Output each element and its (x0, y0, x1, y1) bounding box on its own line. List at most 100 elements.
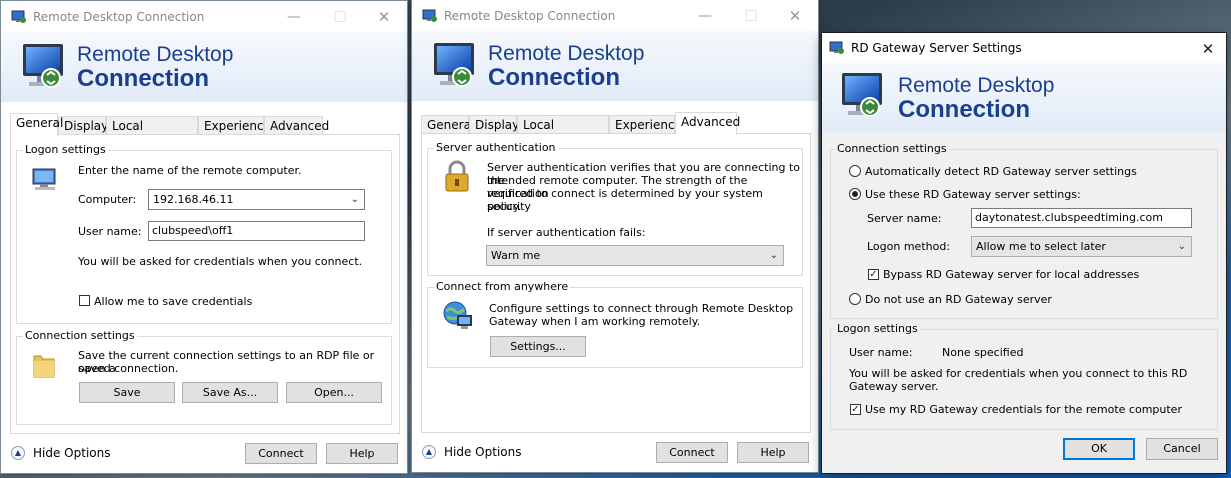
gateway-note-line2: Gateway server. (849, 380, 939, 393)
gateway-note-line1: You will be asked for credentials when y… (849, 367, 1188, 380)
monitor-icon (17, 40, 73, 96)
tab-advanced[interactable]: Advanced (675, 112, 740, 135)
ok-button[interactable]: OK (1063, 438, 1135, 460)
computer-icon (32, 168, 56, 190)
hide-options-toggle[interactable]: ▲ Hide Options (422, 445, 521, 459)
gateway-user-value: None specified (942, 346, 1024, 359)
hide-options-label: Hide Options (444, 445, 522, 459)
logon-method-select[interactable]: Allow me to select later ⌄ (971, 236, 1192, 257)
user-name-field[interactable]: clubspeed\off1 (148, 221, 365, 241)
tab-panel-advanced: Server authentication Server authenticat… (421, 133, 811, 433)
close-button[interactable]: ✕ (772, 0, 818, 31)
do-not-use-radio[interactable] (849, 293, 861, 305)
server-name-field[interactable]: daytonatest.clubspeedtiming.com (971, 208, 1192, 228)
tab-display[interactable]: Display (469, 115, 519, 134)
group-label: Logon settings (835, 322, 920, 335)
save-as-button[interactable]: Save As... (182, 382, 278, 403)
user-name-label: User name: (78, 225, 142, 238)
tab-local-resources[interactable]: Local Resources (517, 115, 609, 150)
dialog-footer: OK Cancel (822, 431, 1226, 473)
tab-experience[interactable]: Experience (198, 116, 271, 135)
help-button[interactable]: Help (326, 443, 398, 464)
auto-detect-radio[interactable] (849, 165, 861, 177)
banner-title-line2: Connection (488, 64, 620, 91)
connect-button[interactable]: Connect (245, 443, 317, 464)
save-credentials-label: Allow me to save credentials (94, 295, 253, 308)
tab-panel-general: Logon settings Enter the name of the rem… (10, 134, 400, 434)
window-title: RD Gateway Server Settings (851, 41, 1022, 55)
padlock-icon (445, 160, 469, 192)
tab-experience[interactable]: Experience (609, 115, 682, 134)
do-not-use-label: Do not use an RD Gateway server (865, 293, 1052, 306)
hide-options-toggle[interactable]: ▲ Hide Options (11, 446, 110, 460)
tab-advanced[interactable]: Advanced (264, 116, 329, 135)
banner-title-line1: Remote Desktop (898, 74, 1055, 97)
title-bar[interactable]: RD Gateway Server Settings ✕ (822, 33, 1226, 63)
banner: Remote Desktop Connection (822, 63, 1226, 131)
open-button[interactable]: Open... (286, 382, 382, 403)
gateway-settings-button[interactable]: Settings... (490, 336, 586, 357)
banner-title-line2: Connection (77, 65, 209, 92)
tab-strip: General Display Local Resources Experien… (421, 112, 811, 150)
banner: Remote Desktop Connection (412, 31, 818, 101)
connection-desc-line2: saved connection. (78, 362, 179, 375)
folder-icon (33, 355, 55, 378)
use-these-settings-radio[interactable] (849, 188, 861, 200)
bypass-local-label: Bypass RD Gateway server for local addre… (883, 268, 1140, 281)
auth-fail-value: Warn me (491, 249, 541, 262)
tab-general[interactable]: General (10, 113, 63, 136)
bypass-local-checkbox[interactable]: ✓ (868, 269, 879, 280)
banner-title-line2: Connection (898, 96, 1030, 123)
server-authentication-group: Server authentication Server authenticat… (427, 141, 803, 276)
credentials-note: You will be asked for credentials when y… (78, 255, 363, 268)
help-button[interactable]: Help (737, 442, 809, 463)
chevron-down-icon[interactable]: ⌄ (770, 246, 778, 265)
server-name-label: Server name: (867, 212, 942, 225)
close-button[interactable]: ✕ (361, 1, 407, 32)
chevron-down-icon[interactable]: ⌄ (351, 190, 359, 209)
server-auth-desc-line3: required to connect is determined by you… (487, 187, 763, 213)
title-bar[interactable]: Remote Desktop Connection — ☐ ✕ (1, 1, 407, 32)
remote-desktop-icon (11, 10, 27, 24)
dialog-body: Connection settings Automatically detect… (822, 131, 1226, 431)
title-bar[interactable]: Remote Desktop Connection — ☐ ✕ (412, 0, 818, 31)
tab-display[interactable]: Display (58, 116, 108, 135)
logon-method-label: Logon method: (867, 240, 951, 253)
chevron-down-icon[interactable]: ⌄ (1178, 237, 1186, 256)
auth-fail-select[interactable]: Warn me ⌄ (486, 245, 784, 266)
remote-desktop-icon (422, 9, 438, 23)
connect-button[interactable]: Connect (656, 442, 728, 463)
banner: Remote Desktop Connection (1, 32, 407, 102)
minimize-button[interactable]: — (682, 0, 728, 31)
cancel-button[interactable]: Cancel (1146, 438, 1218, 460)
tab-local-resources[interactable]: Local Resources (106, 116, 198, 151)
save-credentials-checkbox[interactable] (79, 295, 90, 306)
logon-settings-group: Logon settings Enter the name of the rem… (16, 143, 392, 324)
window-title: Remote Desktop Connection (33, 9, 205, 24)
minimize-button[interactable]: — (271, 1, 317, 32)
auth-fail-label: If server authentication fails: (487, 226, 646, 239)
use-gateway-creds-checkbox[interactable]: ✓ (850, 404, 861, 415)
use-these-settings-label: Use these RD Gateway server settings: (865, 188, 1081, 201)
chevron-up-icon: ▲ (11, 446, 25, 460)
anywhere-desc-line2: Gateway when I am working remotely. (489, 315, 701, 328)
banner-title-line1: Remote Desktop (488, 42, 645, 65)
connection-settings-group: Connection settings Save the current con… (16, 329, 392, 425)
computer-combobox[interactable]: 192.168.46.11 ⌄ (148, 189, 365, 210)
logon-intro-text: Enter the name of the remote computer. (78, 164, 302, 177)
tab-general[interactable]: General (421, 115, 474, 134)
maximize-button[interactable]: ☐ (317, 1, 363, 32)
window-title: Remote Desktop Connection (444, 8, 616, 23)
save-button[interactable]: Save (79, 382, 175, 403)
close-button[interactable]: ✕ (1188, 33, 1226, 64)
monitor-icon (836, 69, 892, 125)
remote-desktop-icon (829, 41, 845, 55)
maximize-button[interactable]: ☐ (728, 0, 774, 31)
group-label: Connect from anywhere (434, 280, 571, 293)
tab-strip: General Display Local Resources Experien… (10, 113, 400, 151)
logon-method-value: Allow me to select later (976, 240, 1106, 253)
use-gateway-creds-label: Use my RD Gateway credentials for the re… (865, 403, 1182, 416)
hide-options-label: Hide Options (33, 446, 111, 460)
chevron-up-icon: ▲ (422, 445, 436, 459)
anywhere-desc-line1: Configure settings to connect through Re… (489, 302, 794, 315)
